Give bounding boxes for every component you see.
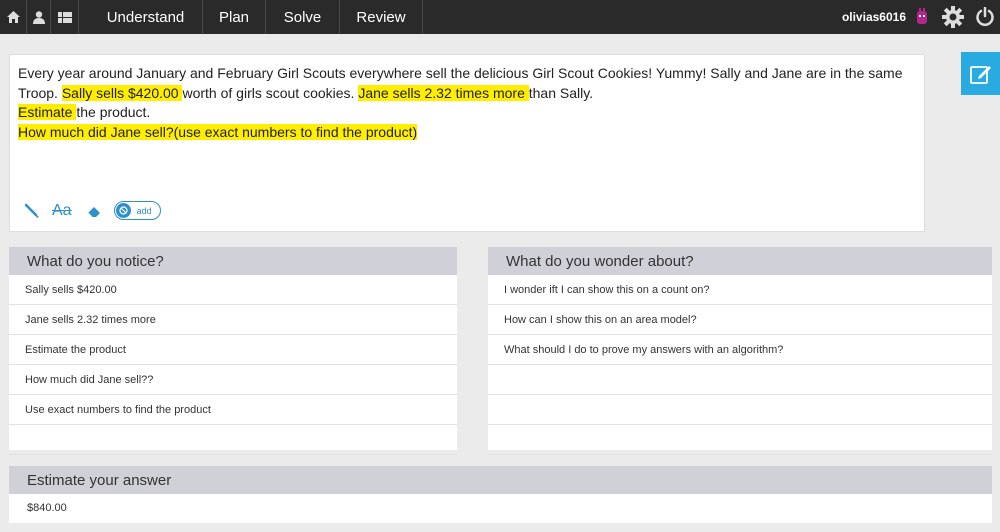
problem-segment: than Sally.: [528, 84, 594, 101]
grid-button[interactable]: [51, 0, 79, 34]
power-icon[interactable]: [976, 7, 994, 27]
tab-plan[interactable]: Plan: [203, 0, 266, 34]
wonder-item-empty[interactable]: [488, 425, 992, 455]
wonder-panel: What do you wonder about? I wonder ift I…: [488, 247, 992, 455]
edit-notes-button[interactable]: [961, 52, 1000, 95]
user-icon: [32, 10, 45, 24]
home-button[interactable]: [0, 0, 27, 34]
problem-text: Every year around January and February G…: [18, 64, 916, 142]
highlight-estimate: Estimate: [18, 104, 77, 120]
notice-item[interactable]: Jane sells 2.32 times more: [9, 305, 457, 335]
problem-line-2: Estimate the product.: [18, 103, 916, 123]
problem-line-1: Every year around January and February G…: [18, 64, 916, 103]
notice-item[interactable]: Use exact numbers to find the product: [9, 395, 457, 425]
estimate-answer[interactable]: $840.00: [9, 494, 992, 522]
highlight-jane: Jane sells 2.32 times more: [358, 84, 529, 101]
tab-solve[interactable]: Solve: [266, 0, 340, 34]
wonder-item-empty[interactable]: [488, 395, 992, 425]
wonder-header: What do you wonder about?: [488, 247, 992, 275]
notice-item[interactable]: How much did Jane sell??: [9, 365, 457, 395]
wonder-item[interactable]: How can I show this on an area model?: [488, 305, 992, 335]
problem-panel: Every year around January and February G…: [9, 54, 925, 232]
profile-button[interactable]: [27, 0, 51, 34]
notice-header: What do you notice?: [9, 247, 457, 275]
notice-item[interactable]: Sally sells $420.00: [9, 275, 457, 305]
toggle-knob: [115, 203, 131, 218]
gear-icon[interactable]: [942, 6, 964, 28]
wonder-item[interactable]: I wonder ift I can show this on a count …: [488, 275, 992, 305]
wonder-item-empty[interactable]: [488, 365, 992, 395]
tab-understand[interactable]: Understand: [79, 0, 203, 34]
eraser-icon: [87, 206, 100, 217]
tab-review[interactable]: Review: [340, 0, 423, 34]
highlighter-icon: [24, 203, 39, 218]
wonder-item[interactable]: What should I do to prove my answers wit…: [488, 335, 992, 365]
highlight-question: How much did Jane sell?(use exact number…: [18, 123, 418, 140]
notice-item[interactable]: Estimate the product: [9, 335, 457, 365]
username[interactable]: olivias6016: [842, 0, 916, 34]
grid-icon: [57, 11, 72, 23]
problem-segment: worth of girls scout cookies.: [182, 84, 359, 101]
eraser-button[interactable]: [86, 204, 102, 218]
highlight-sally: Sally sells $420.00: [61, 84, 183, 101]
annotation-tools: Aa add: [24, 201, 161, 220]
notice-item-empty[interactable]: [9, 425, 457, 455]
add-toggle[interactable]: add: [113, 201, 161, 220]
estimate-header: Estimate your answer: [9, 466, 992, 494]
edit-icon: [969, 65, 991, 84]
problem-line-3: How much did Jane sell?(use exact number…: [18, 123, 916, 143]
estimate-panel: Estimate your answer $840.00: [9, 466, 992, 523]
add-toggle-label: add: [136, 205, 152, 216]
block-icon: [118, 206, 128, 215]
avatar-icon[interactable]: [916, 8, 928, 26]
problem-segment: the product.: [76, 104, 151, 120]
strikethrough-font-button[interactable]: Aa: [52, 202, 72, 220]
home-icon: [6, 11, 20, 23]
notice-panel: What do you notice? Sally sells $420.00 …: [9, 247, 457, 455]
highlighter-button[interactable]: [24, 203, 40, 219]
top-nav: Understand Plan Solve Review olivias6016: [0, 0, 1000, 34]
